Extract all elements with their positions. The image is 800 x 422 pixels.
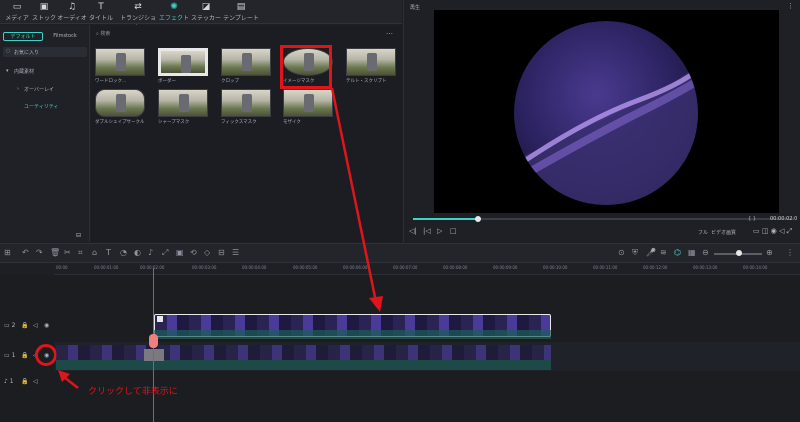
annotation-text: クリックして非表示に [88,386,178,396]
annotation-arrows [58,87,383,389]
